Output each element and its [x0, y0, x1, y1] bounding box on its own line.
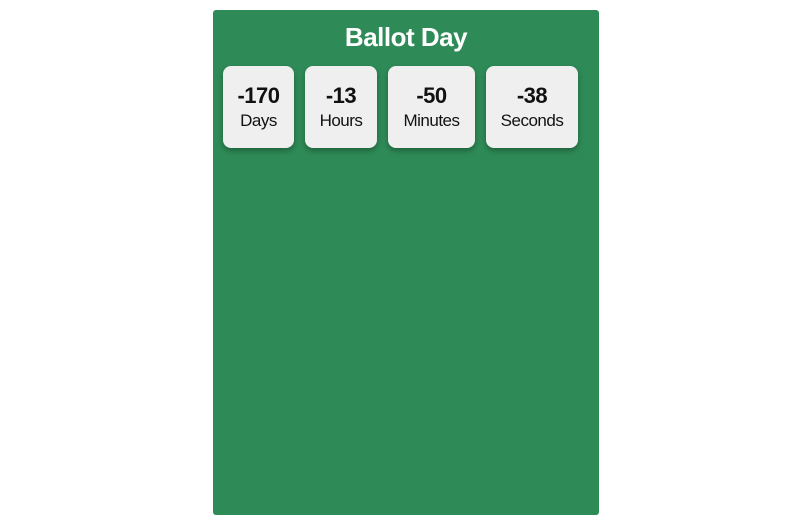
seconds-card: -38 Seconds — [486, 66, 578, 148]
minutes-value: -50 — [416, 83, 447, 108]
hours-label: Hours — [319, 111, 363, 130]
days-label: Days — [240, 111, 277, 130]
countdown-panel: Ballot Day -170 Days -13 Hours -50 Minut… — [213, 10, 599, 515]
seconds-label: Seconds — [500, 111, 564, 130]
page-title: Ballot Day — [344, 22, 468, 52]
seconds-value: -38 — [516, 83, 548, 108]
days-card: -170 Days — [223, 66, 294, 148]
minutes-card: -50 Minutes — [388, 66, 475, 148]
minutes-label: Minutes — [403, 111, 460, 130]
hours-card: -13 Hours — [305, 66, 377, 148]
hours-value: -13 — [325, 83, 357, 108]
days-value: -170 — [237, 83, 280, 108]
